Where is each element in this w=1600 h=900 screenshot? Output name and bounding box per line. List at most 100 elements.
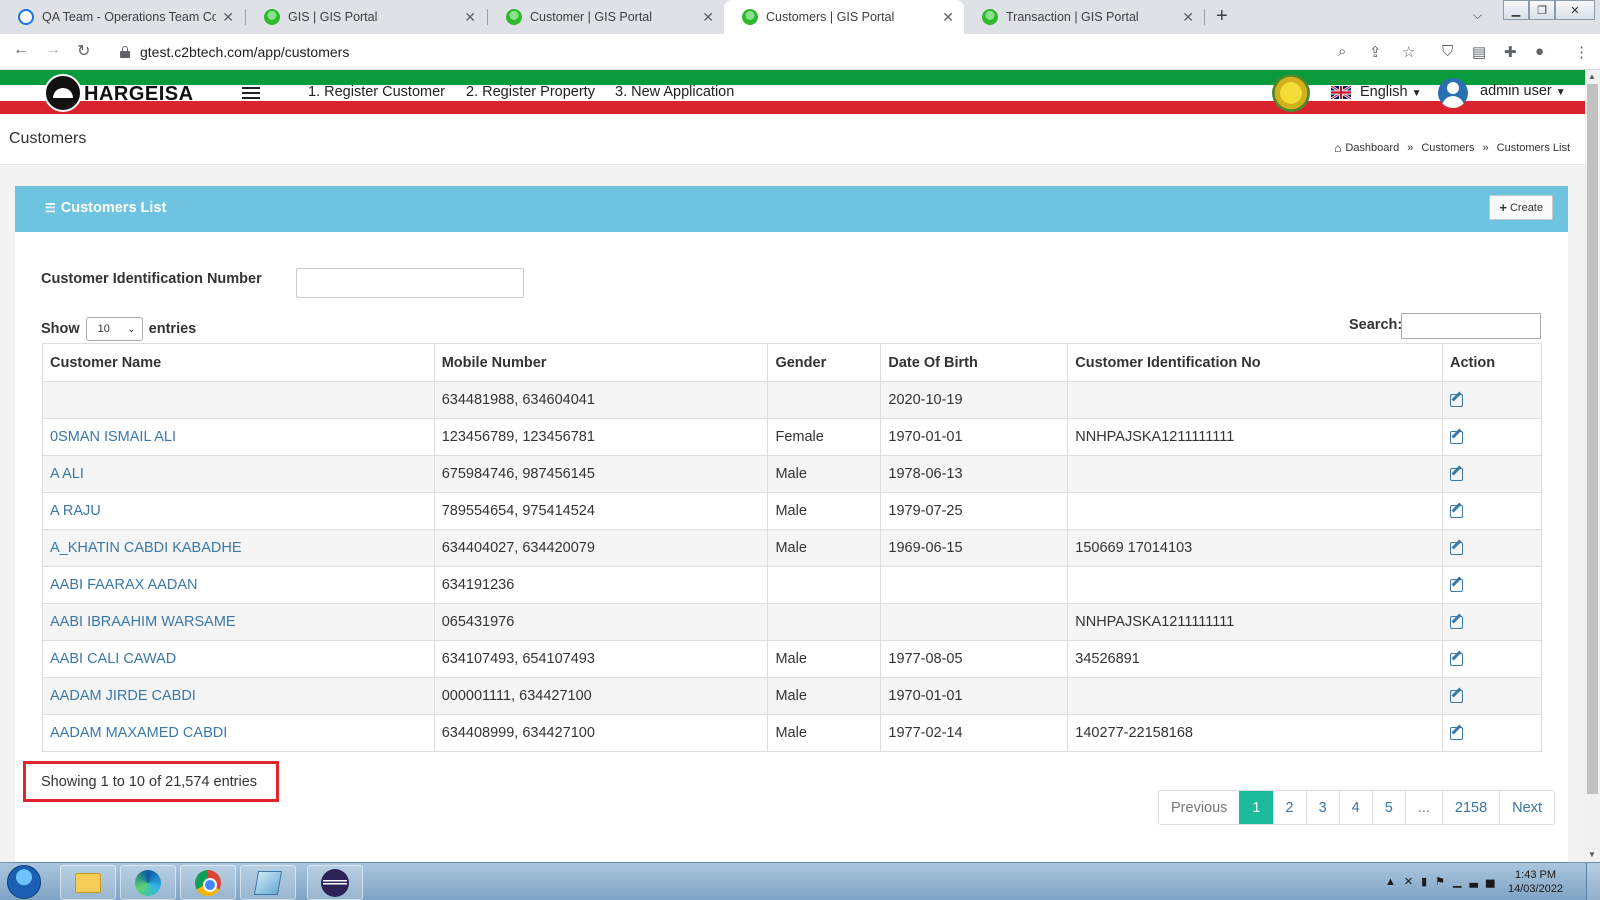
customer-id-cell <box>1067 455 1443 493</box>
nav-register-customer[interactable]: 1. Register Customer <box>308 84 445 100</box>
start-button-icon[interactable] <box>7 865 41 899</box>
page-scrollbar[interactable]: ▲ ▼ <box>1585 70 1600 862</box>
bookmark-star-icon[interactable]: ☆ <box>1402 43 1415 61</box>
hamburger-menu-icon[interactable] <box>242 87 260 99</box>
avatar[interactable] <box>1438 78 1468 108</box>
browser-tab-teams[interactable]: QA Team - Operations Team Coll ✕ <box>0 0 244 34</box>
new-tab-button[interactable]: + <box>1216 5 1228 28</box>
panel-title: ☰ Customers List <box>45 200 166 216</box>
profile-icon[interactable]: ● <box>1535 43 1544 60</box>
pagination-page-last[interactable]: 2158 <box>1441 791 1499 824</box>
column-header-gender[interactable]: Gender <box>767 343 882 382</box>
gis-favicon-icon <box>742 9 758 25</box>
pagination-page-2[interactable]: 2 <box>1272 791 1306 824</box>
pagination-page-4[interactable]: 4 <box>1338 791 1372 824</box>
customer-name-link[interactable]: 0SMAN ISMAIL ALI <box>50 429 176 445</box>
customer-name-cell: A RAJU <box>42 492 435 530</box>
customer-name-link[interactable]: A ALI <box>50 466 84 482</box>
back-arrow-icon[interactable]: ← <box>13 41 29 59</box>
edit-icon[interactable] <box>1450 393 1463 407</box>
edit-icon[interactable] <box>1450 615 1463 629</box>
battery-icon[interactable]: ▮ <box>1421 876 1435 888</box>
pagination-next[interactable]: Next <box>1499 791 1554 824</box>
customer-id-filter-label: Customer Identification Number <box>41 271 262 287</box>
close-icon[interactable]: ✕ <box>702 9 714 26</box>
browser-tab-gis[interactable]: GIS | GIS Portal ✕ <box>246 0 486 34</box>
gender-cell: Male <box>767 640 882 678</box>
taskbar-eclipse[interactable] <box>307 865 363 900</box>
close-icon[interactable]: ✕ <box>464 9 476 26</box>
edit-icon[interactable] <box>1450 726 1463 740</box>
pagination-previous[interactable]: Previous <box>1159 791 1239 824</box>
column-header-customer-name[interactable]: Customer Name <box>42 343 435 382</box>
nav-new-application[interactable]: 3. New Application <box>615 84 734 100</box>
hargeisa-logo-icon[interactable] <box>44 74 82 112</box>
extension-shield-icon[interactable]: ⛉ <box>1442 43 1453 60</box>
column-header-date-of-birth[interactable]: Date Of Birth <box>880 343 1069 382</box>
logo-text[interactable]: HARGEISA <box>84 83 194 106</box>
flag-icon[interactable]: ⚑ <box>1435 876 1453 888</box>
scroll-down-arrow-icon[interactable]: ▼ <box>1588 850 1596 859</box>
taskbar-edge[interactable] <box>120 865 176 900</box>
action-cell <box>1442 529 1542 567</box>
system-tray[interactable]: ▲✕▮⚑▁▃▅ <box>1385 875 1502 888</box>
customer-name-link[interactable]: A RAJU <box>50 503 101 519</box>
taskbar-notes[interactable] <box>240 865 296 900</box>
taskbar-chrome[interactable] <box>180 865 236 900</box>
entries-select[interactable]: 10 ⌄ <box>85 317 143 341</box>
customer-name-link[interactable]: AADAM MAXAMED CABDI <box>50 725 227 741</box>
browser-menu-icon[interactable]: ⋮ <box>1574 43 1589 61</box>
customer-name-link[interactable]: AADAM JIRDE CABDI <box>50 688 196 704</box>
address-bar[interactable]: gtest.c2btech.com/app/customers <box>108 38 1408 66</box>
nav-register-property[interactable]: 2. Register Property <box>466 84 595 100</box>
edit-icon[interactable] <box>1450 689 1463 703</box>
customer-name-link[interactable]: AABI CALI CAWAD <box>50 651 176 667</box>
edit-icon[interactable] <box>1450 467 1463 481</box>
search-input[interactable] <box>1401 313 1541 339</box>
share-icon[interactable]: ⇪ <box>1369 43 1382 61</box>
breadcrumb-customers[interactable]: Customers <box>1421 142 1474 154</box>
extensions-puzzle-icon[interactable]: ✚ <box>1504 43 1517 61</box>
pagination-page-3[interactable]: 3 <box>1305 791 1339 824</box>
pagination-page-1[interactable]: 1 <box>1239 791 1273 824</box>
restore-button[interactable]: ❐ <box>1529 0 1555 20</box>
network-signal-icon[interactable]: ▁▃▅ <box>1453 876 1502 888</box>
browser-tab-customers[interactable]: Customers | GIS Portal ✕ <box>724 0 964 34</box>
tray-expand-icon[interactable]: ▲ <box>1385 876 1404 888</box>
tab-search-chevron-icon[interactable]: ⌵ <box>1473 8 1482 23</box>
zoom-icon[interactable]: ⌕ <box>1338 43 1346 60</box>
close-icon[interactable]: ✕ <box>942 9 954 26</box>
scrollbar-thumb[interactable] <box>1587 84 1598 794</box>
scroll-up-arrow-icon[interactable]: ▲ <box>1588 72 1596 81</box>
clipboard-icon[interactable]: ▤ <box>1472 43 1486 61</box>
close-icon[interactable]: ✕ <box>222 9 234 26</box>
browser-tab-customer[interactable]: Customer | GIS Portal ✕ <box>488 0 724 34</box>
window-close-button[interactable]: ✕ <box>1555 0 1595 20</box>
edit-icon[interactable] <box>1450 504 1463 518</box>
customer-name-link[interactable]: AABI IBRAAHIM WARSAME <box>50 614 236 630</box>
customer-id-filter-input[interactable] <box>296 268 524 298</box>
volume-muted-icon[interactable]: ✕ <box>1404 876 1421 888</box>
column-header-customer-id[interactable]: Customer Identification No <box>1067 343 1443 382</box>
customer-name-link[interactable]: A_KHATIN CABDI KABADHE <box>50 540 242 556</box>
show-desktop-button[interactable] <box>1586 863 1600 900</box>
create-button[interactable]: + Create <box>1489 195 1553 220</box>
reload-icon[interactable]: ↻ <box>77 41 90 61</box>
browser-tab-transaction[interactable]: Transaction | GIS Portal ✕ <box>964 0 1204 34</box>
action-cell <box>1442 640 1542 678</box>
edit-icon[interactable] <box>1450 578 1463 592</box>
customer-name-link[interactable]: AABI FAARAX AADAN <box>50 577 197 593</box>
taskbar-clock[interactable]: 1:43 PM 14/03/2022 <box>1508 868 1563 896</box>
taskbar-file-explorer[interactable] <box>60 865 116 900</box>
user-menu[interactable]: admin user ▼ <box>1480 83 1566 99</box>
forward-arrow-icon[interactable]: → <box>45 41 61 59</box>
edit-icon[interactable] <box>1450 541 1463 555</box>
edit-icon[interactable] <box>1450 430 1463 444</box>
minimize-button[interactable]: ▁ <box>1503 0 1529 20</box>
breadcrumb-dashboard[interactable]: Dashboard <box>1345 142 1399 154</box>
pagination-page-5[interactable]: 5 <box>1371 791 1405 824</box>
language-selector[interactable]: English ▼ <box>1360 84 1422 100</box>
close-icon[interactable]: ✕ <box>1182 9 1194 26</box>
edit-icon[interactable] <box>1450 652 1463 666</box>
column-header-mobile-number[interactable]: Mobile Number <box>433 343 769 382</box>
